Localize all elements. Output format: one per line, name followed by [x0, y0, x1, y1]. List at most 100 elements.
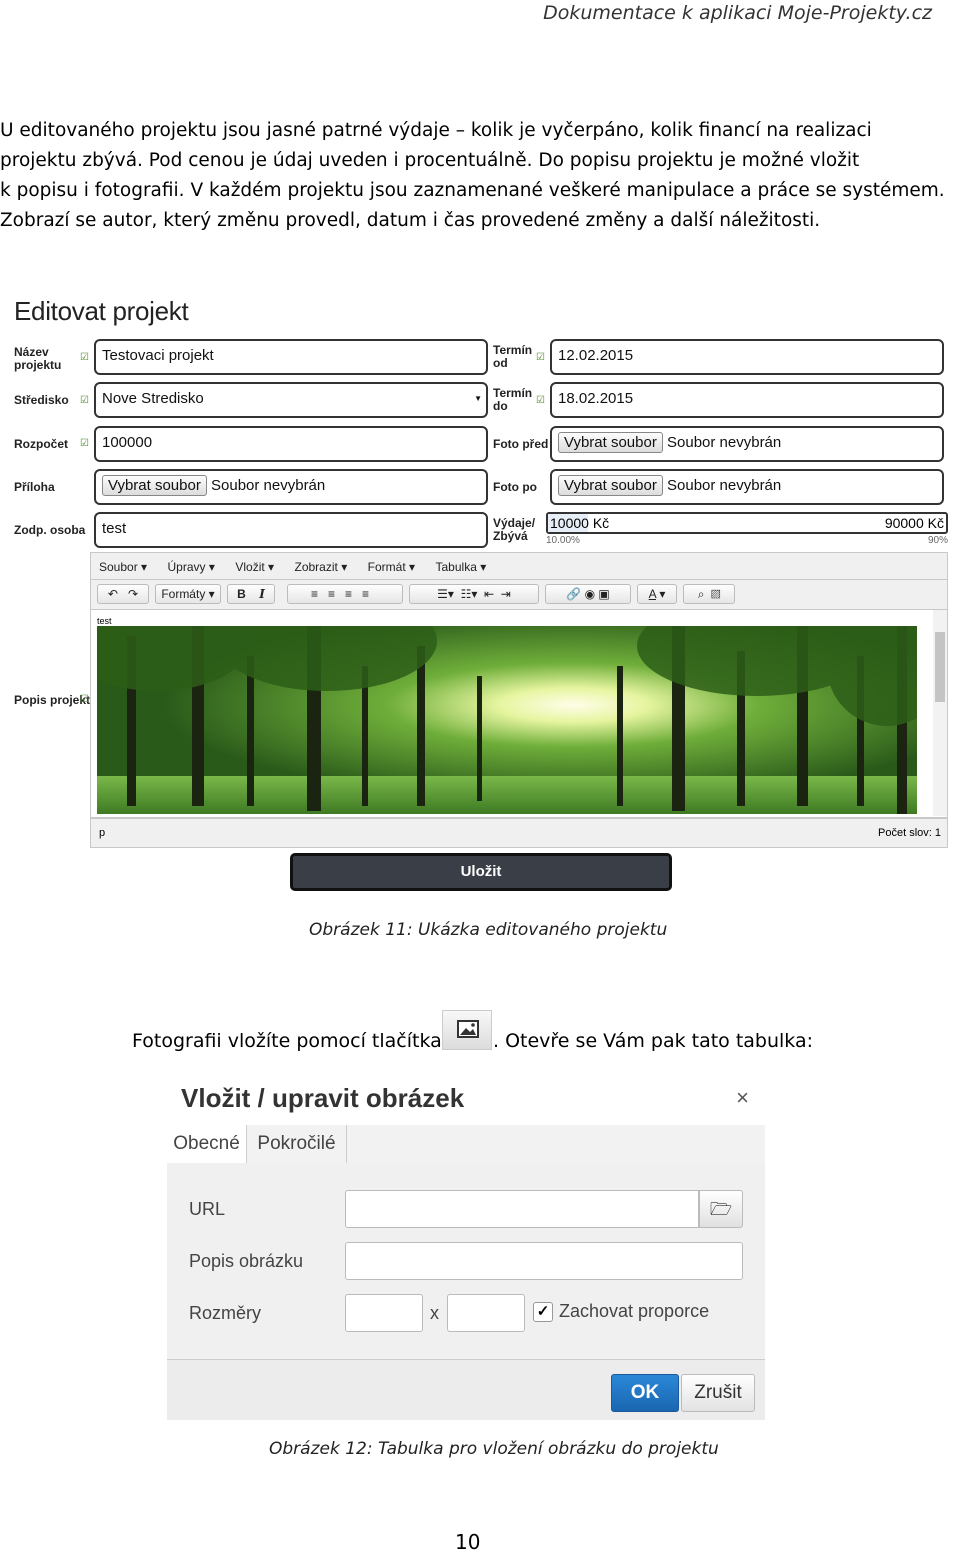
choose-file-button[interactable]: Vybrat soubor [102, 475, 207, 496]
keep-ratio-checkbox[interactable]: ✓ [533, 1302, 553, 1322]
paragraph-line: k popisu i fotografii. V každém projektu… [0, 180, 945, 201]
outdent-icon[interactable]: ⇤ [484, 587, 494, 601]
field-label-photo-after: Foto po [493, 480, 537, 494]
choose-file-button[interactable]: Vybrat soubor [558, 475, 663, 496]
height-input[interactable] [447, 1294, 525, 1332]
misc-group: ⌕ ▨ [683, 584, 735, 604]
save-button[interactable]: Uložit [290, 853, 672, 891]
text-style-group: B I [227, 584, 275, 604]
valid-check-icon: ☑ [80, 352, 89, 363]
field-label-name: Název projektu [14, 345, 62, 372]
scrollbar-thumb[interactable] [935, 632, 945, 702]
dimensions-label: Rozměry [189, 1303, 262, 1323]
width-input[interactable] [345, 1294, 423, 1332]
formats-dropdown[interactable]: Formáty ▾ [155, 584, 221, 604]
undo-redo-group: ↶ ↷ [97, 584, 149, 604]
figure-caption: Obrázek 12: Tabulka pro vložení obrázku … [269, 1439, 719, 1459]
browse-icon[interactable]: 🗁 [699, 1190, 743, 1228]
expenses-bar: 10000 Kč 90000 Kč [546, 512, 948, 534]
menu-view[interactable]: Zobrazit ▾ [295, 560, 348, 574]
ok-button[interactable]: OK [611, 1374, 679, 1412]
figure-caption: Obrázek 11: Ukázka editovaného projektu [309, 920, 668, 940]
list-group: ☰▾ ☷▾ ⇤ ⇥ [409, 584, 539, 604]
responsible-person-input[interactable]: test [94, 512, 488, 548]
instruction-sentence: Fotografii vložíte pomocí tlačítka [132, 1030, 442, 1052]
menu-file[interactable]: Soubor ▾ [99, 560, 147, 574]
photo-after-file-input[interactable]: Vybrat soubor Soubor nevybrán [550, 469, 944, 505]
align-left-icon[interactable]: ≡ [311, 587, 328, 601]
page-title: Editovat projekt [14, 296, 189, 326]
media-icon[interactable]: ▣ [598, 587, 609, 601]
expenses-spent: 10000 Kč [550, 515, 610, 531]
indent-icon[interactable]: ⇥ [501, 587, 511, 601]
image-description-label: Popis obrázku [189, 1251, 304, 1271]
date-from-input[interactable]: 12.02.2015 [550, 339, 944, 375]
redo-icon[interactable]: ↷ [128, 587, 138, 601]
menu-edit[interactable]: Úpravy ▾ [168, 560, 215, 574]
cancel-button[interactable]: Zrušit [681, 1374, 755, 1412]
paragraph-line: projektu zbývá. Pod cenou je údaj uveden… [0, 150, 860, 171]
valid-check-icon: ☑ [536, 352, 545, 363]
valid-check-icon: ☑ [80, 395, 89, 406]
menu-table[interactable]: Tabulka ▾ [436, 560, 487, 574]
intro-paragraph: U editovaného projektu jsou jasné patrné… [0, 116, 950, 236]
rich-text-editor[interactable]: test [90, 610, 948, 818]
expenses-spent-percent: 10.00% [546, 535, 580, 546]
document-header: Dokumentace k aplikaci Moje-Projekty.cz [543, 2, 932, 24]
file-status: Soubor nevybrán [667, 477, 782, 494]
insert-image-dialog: Vložit / upravit obrázek × Obecné Pokroč… [167, 1075, 765, 1420]
dialog-title: Vložit / upravit obrázek [181, 1083, 465, 1113]
alignment-group: ≡≡≡≡ [287, 584, 403, 604]
font-color-button[interactable]: A ▾ [637, 584, 677, 604]
tab-general[interactable]: Obecné [167, 1125, 247, 1163]
field-label-date-to: Termín do [493, 386, 533, 413]
align-center-icon[interactable]: ≡ [328, 587, 345, 601]
insert-group: 🔗 ◉ ▣ [545, 584, 631, 604]
project-name-input[interactable]: Testovaci projekt [94, 339, 488, 375]
paragraph-line: U editovaného projektu jsou jasné patrné… [0, 120, 872, 141]
editor-menubar: Soubor ▾ Úpravy ▾ Vložit ▾ Zobrazit ▾ Fo… [90, 552, 948, 580]
field-label-budget: Rozpočet [14, 437, 68, 451]
dimension-separator: x [430, 1303, 439, 1323]
budget-input[interactable]: 100000 [94, 426, 488, 462]
expenses-remaining-percent: 90% [928, 535, 949, 546]
field-label-expenses: Výdaje/Zbývá [493, 516, 536, 543]
expenses-remaining: 90000 Kč [884, 515, 944, 531]
dialog-body: URL 🗁 Popis obrázku Rozměry x ✓ Zachovat… [167, 1163, 765, 1359]
menu-format[interactable]: Formát ▾ [368, 560, 415, 574]
align-right-icon[interactable]: ≡ [345, 587, 362, 601]
chevron-down-icon: ▼ [474, 394, 482, 403]
preview-icon[interactable]: ◉ [585, 587, 595, 601]
center-select[interactable]: Nove Stredisko ▼ [94, 382, 488, 418]
tab-advanced[interactable]: Pokročilé [247, 1125, 347, 1163]
url-input[interactable] [345, 1190, 699, 1228]
field-label-center: Středisko [14, 393, 69, 407]
page-number: 10 [455, 1530, 481, 1554]
insert-image-icon[interactable]: ▨ [711, 587, 720, 601]
justify-icon[interactable]: ≡ [362, 587, 379, 601]
file-status: Soubor nevybrán [667, 434, 782, 451]
link-icon[interactable]: 🔗 [566, 587, 581, 601]
field-label-date-from: Termín od [493, 343, 533, 370]
bold-button[interactable]: B [237, 587, 246, 601]
paragraph-line: Zobrazí se autor, který změnu provedl, d… [0, 210, 821, 231]
bullet-list-icon[interactable]: ☰▾ [437, 587, 454, 601]
search-replace-icon[interactable]: ⌕ [698, 587, 705, 601]
dialog-footer: OK Zrušit [167, 1359, 765, 1420]
close-icon[interactable]: × [736, 1085, 749, 1111]
editor-toolbar: ↶ ↷ Formáty ▾ B I ≡≡≡≡ ☰▾ ☷▾ ⇤ ⇥ 🔗 ◉ ▣ A… [90, 580, 948, 610]
menu-insert[interactable]: Vložit ▾ [235, 560, 274, 574]
url-label: URL [189, 1199, 226, 1219]
italic-button[interactable]: I [259, 587, 265, 601]
date-to-input[interactable]: 18.02.2015 [550, 382, 944, 418]
photo-before-file-input[interactable]: Vybrat soubor Soubor nevybrán [550, 426, 944, 462]
image-description-input[interactable] [345, 1242, 743, 1280]
attachment-file-input[interactable]: Vybrat soubor Soubor nevybrán [94, 469, 488, 505]
choose-file-button[interactable]: Vybrat soubor [558, 432, 663, 453]
numbered-list-icon[interactable]: ☷▾ [461, 587, 478, 601]
valid-check-icon: ☑ [80, 694, 89, 705]
field-label-responsible: Zodp. osoba [14, 523, 86, 537]
editor-scrollbar[interactable] [933, 610, 947, 816]
keep-ratio-label: Zachovat proporce [559, 1301, 710, 1321]
undo-icon[interactable]: ↶ [108, 587, 118, 601]
